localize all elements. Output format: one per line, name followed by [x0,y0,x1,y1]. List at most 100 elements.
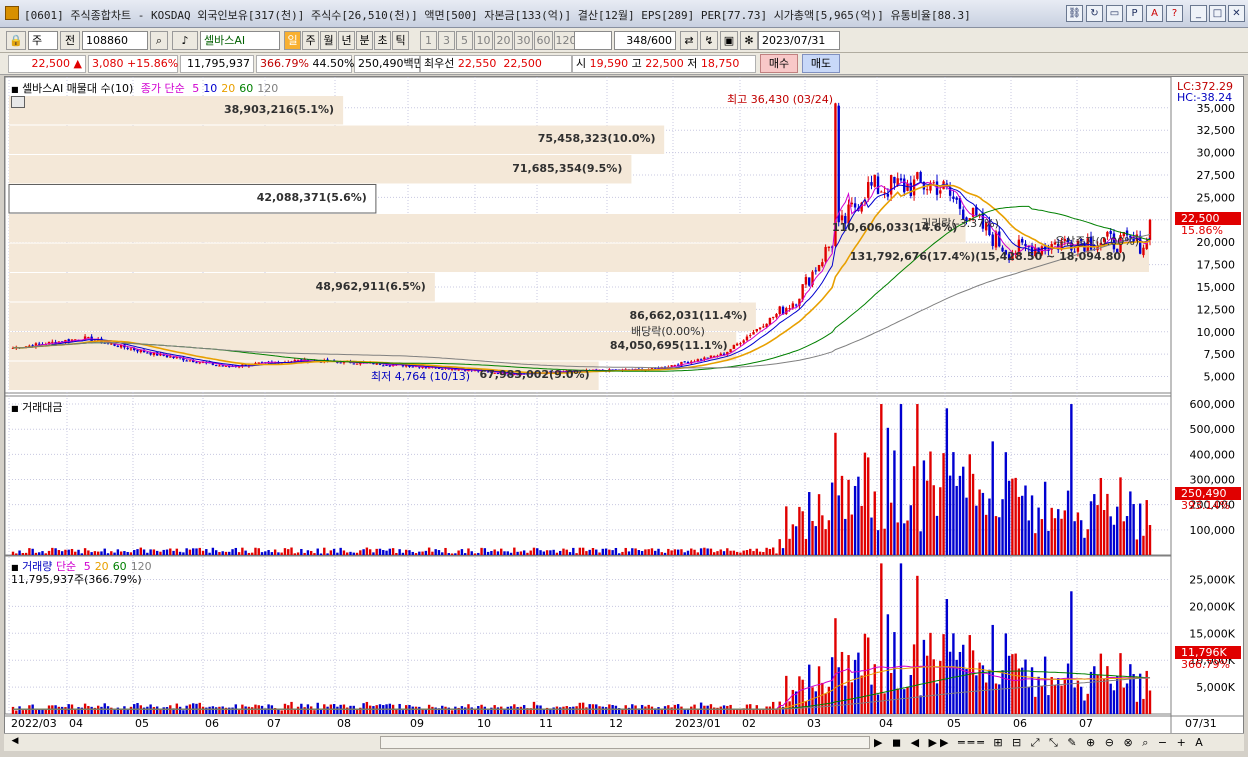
candle-body-64 [221,365,224,367]
candle-body-347 [1148,219,1152,240]
candle-body-221 [735,343,739,346]
help-icon[interactable]: ? [1166,5,1183,22]
buy-button[interactable]: 매수 [760,54,798,73]
candle-body-287 [952,196,955,199]
volume-bar-326 [1079,686,1083,714]
amount-bar-167 [559,550,562,555]
volume-bar-4 [24,709,28,714]
volume-bar-105 [355,709,359,714]
period-button-5[interactable]: 초 [374,31,391,50]
high-note: 최고 36,430 (03/24) [727,93,834,106]
interval-input[interactable] [574,31,612,50]
interval-button-0[interactable]: 1 [420,31,437,50]
amount-bar-172 [575,553,578,555]
period-button-4[interactable]: 분 [356,31,373,50]
amount-bar-290 [962,466,965,555]
amount-bar-114 [385,550,388,555]
interval-button-2[interactable]: 5 [456,31,473,50]
refresh-icon[interactable]: ↻ [1086,5,1103,22]
code-input[interactable]: 108860 [82,31,148,50]
chart-area[interactable]: 35,00032,50030,00027,50025,00022,50020,0… [4,76,1244,736]
amount-bar-247 [821,515,824,555]
volume-bar-34 [123,706,126,714]
amount-bar-76 [260,552,264,555]
amount-bar-314 [1040,519,1044,555]
type-select[interactable]: 주 [28,31,58,50]
amount-bar-10 [44,553,47,555]
ppt-icon[interactable]: P [1126,5,1143,22]
chart-toolbar: 🔒 주 전 108860 ⌕ ♪ 셀바스AI 일주월년분초틱 1 3 5 10 20 30… [0,28,1248,53]
x-tick-10: 2023/01 [675,717,721,730]
lock-icon[interactable]: 🔒 [6,31,26,50]
settings-icon[interactable]: ✻ [740,31,758,50]
chart-icon[interactable]: ↯ [700,31,718,50]
volume-bar-93 [316,702,319,714]
period-button-3[interactable]: 년 [338,31,355,50]
sell-button[interactable]: 매도 [802,54,840,73]
volume-bar-186 [621,708,624,714]
interval-button-3[interactable]: 10 [474,31,493,50]
period-button-0[interactable]: 일 [284,31,301,50]
amount-bar-181 [604,548,608,555]
volume-bar-180 [601,706,604,714]
volume-bar-256 [850,682,854,714]
volume-bar-161 [539,705,542,714]
chart-canvas[interactable]: 35,00032,50030,00027,50025,00022,50020,0… [5,77,1243,733]
amount-bar-51 [178,551,182,555]
volume-bar-302 [1001,670,1004,714]
amount-bar-212 [706,548,709,555]
interval-button-6[interactable]: 60 [534,31,553,50]
prev-button[interactable]: 전 [60,31,80,50]
interval-button-4[interactable]: 20 [494,31,513,50]
scroll-controls[interactable]: ▶ ◼ ◀ ▶▶ ═══ ⊞ ⊟ ⤢ ⤡ ✎ ⊕ ⊖ ⊗ ⌕ − + A [874,736,1203,750]
font-icon[interactable]: A [1146,5,1163,22]
amount-bar-230 [765,547,768,555]
amount-bar-274 [909,505,913,555]
amount-bar-97 [329,550,333,555]
period-button-2[interactable]: 월 [320,31,337,50]
amount-bar-325 [1076,512,1080,555]
amount-bar-304 [1007,480,1011,555]
minimize-icon[interactable]: _ [1190,5,1207,22]
interval-button-5[interactable]: 30 [514,31,533,50]
candle-body-242 [804,276,808,285]
amount-bar-322 [1066,490,1070,555]
volume-bar-117 [395,709,398,714]
amount-bar-277 [919,531,922,555]
volume-bar-281 [932,659,935,714]
sound-icon[interactable]: ♪ [172,31,198,50]
volume-bar-279 [925,655,929,714]
period-button-6[interactable]: 틱 [392,31,409,50]
volume-bar-179 [598,706,601,714]
volume-bar-290 [962,644,965,714]
amount-bar-258 [857,476,860,555]
close-icon[interactable]: ✕ [1228,5,1245,22]
search-icon[interactable]: ⌕ [150,31,168,50]
amount-bar-87 [296,552,300,555]
stock-name-field[interactable]: 셀바스AI [200,31,280,50]
interval-button-1[interactable]: 3 [438,31,455,50]
grid-icon[interactable] [11,96,25,108]
volume-bar-198 [660,708,663,714]
scroll-left-icon[interactable]: ◀ [8,736,22,750]
save-icon[interactable]: ▣ [720,31,738,50]
scroll-thumb[interactable] [380,736,870,749]
amount-bar-343 [1135,539,1139,555]
window-icon[interactable]: ▭ [1106,5,1123,22]
volume-bar-30 [110,707,113,714]
date-input[interactable]: 2023/07/31 [758,31,840,50]
volume-bar-258 [857,652,860,714]
amount-bar-273 [906,520,909,555]
period-button-1[interactable]: 주 [302,31,319,50]
count-field[interactable]: 348/600 [614,31,676,50]
link-icon[interactable]: ⛓ [1066,5,1083,22]
amount-bar-255 [847,479,850,555]
arrow-icon[interactable]: ⇄ [680,31,698,50]
volume-bar-1 [15,710,18,714]
maximize-icon[interactable]: □ [1209,5,1226,22]
amount-bar-266 [883,528,886,555]
ma-period-10: 10 [203,82,218,95]
candle-body-264 [876,176,880,194]
candle-body-274 [909,182,913,197]
volume-bar-276 [916,575,919,714]
